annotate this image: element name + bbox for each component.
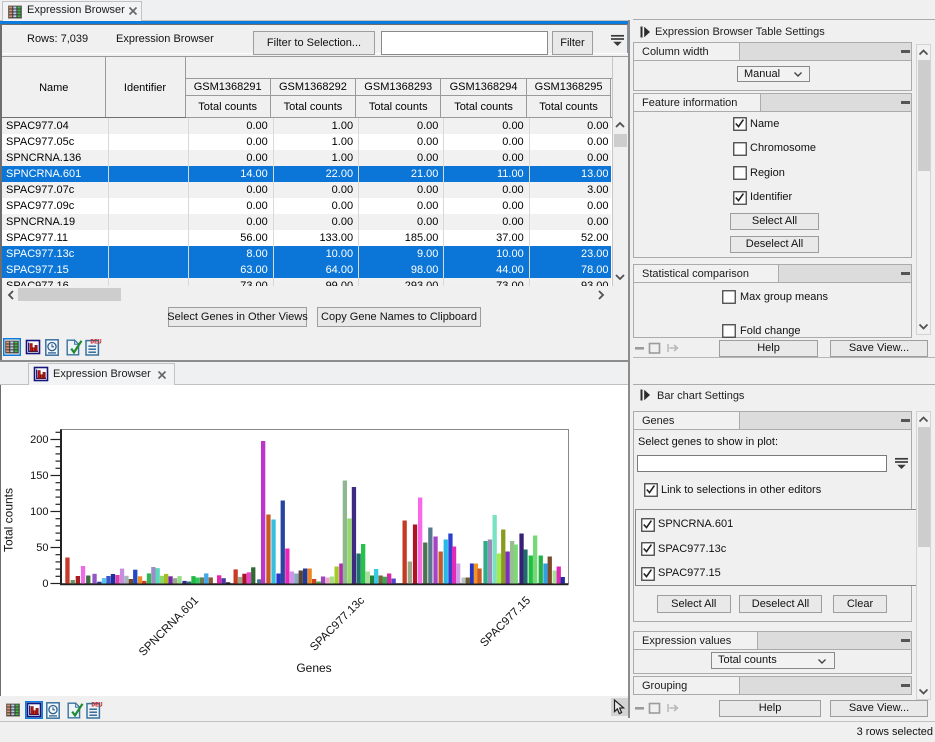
svg-text:SPNCRNA.601: SPNCRNA.601 bbox=[137, 595, 201, 659]
svg-text:50: 50 bbox=[36, 542, 48, 554]
svg-text:SPAC977.13c: SPAC977.13c bbox=[308, 594, 367, 653]
svg-text:0: 0 bbox=[42, 578, 48, 590]
svg-text:SPAC977.15: SPAC977.15 bbox=[478, 595, 533, 650]
svg-text:DEU: DEU bbox=[91, 701, 102, 708]
svg-text:150: 150 bbox=[30, 470, 48, 482]
svg-text:Total counts: Total counts bbox=[2, 488, 16, 552]
svg-text:200: 200 bbox=[30, 434, 48, 446]
svg-text:DEU: DEU bbox=[90, 338, 101, 345]
svg-text:100: 100 bbox=[30, 506, 48, 518]
svg-text:Genes: Genes bbox=[296, 661, 331, 675]
